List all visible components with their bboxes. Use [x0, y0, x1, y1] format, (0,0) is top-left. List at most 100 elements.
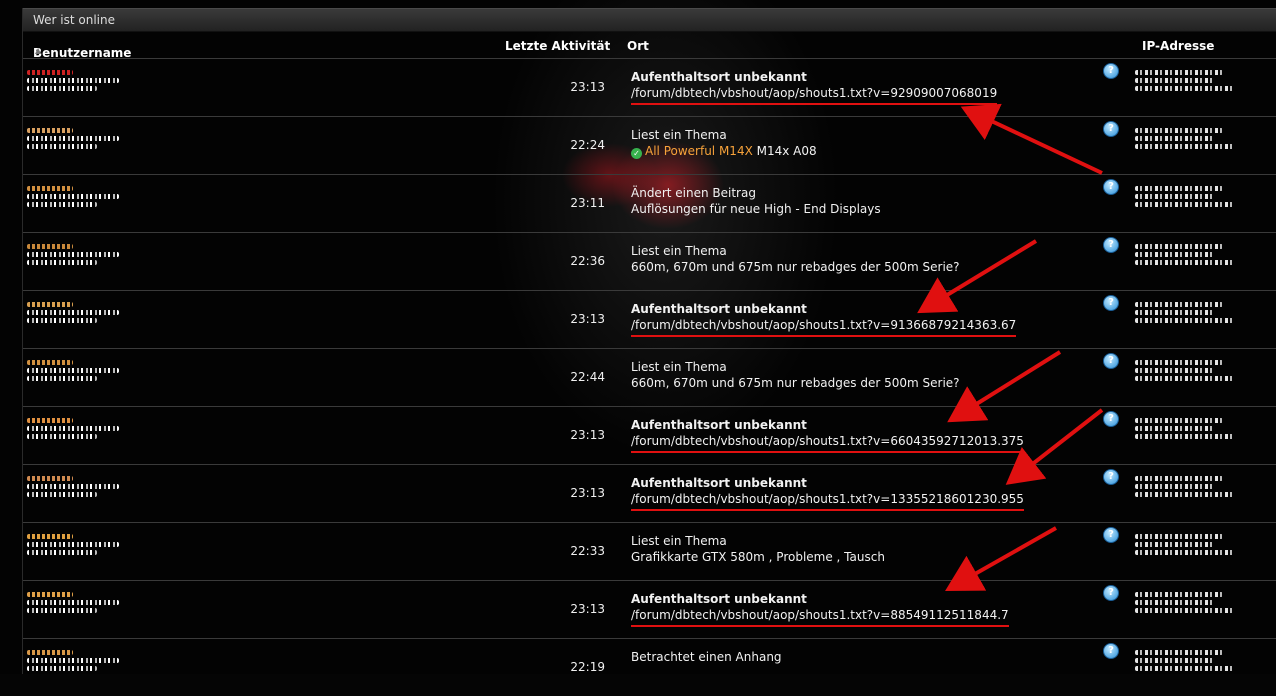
masked-ip-segment: [1135, 302, 1223, 307]
masked-username-segment: [27, 418, 73, 423]
sort-arrow-icon: ▲: [35, 46, 42, 55]
table-row: 22:19 Betrachtet einen Anhang?: [23, 638, 1276, 696]
masked-username-segment: [27, 260, 97, 265]
masked-ip-segment: [1135, 592, 1223, 597]
who-is-online-panel: Wer ist online Benutzername ▲ Letzte Akti…: [22, 8, 1276, 674]
help-icon[interactable]: ?: [1103, 469, 1119, 485]
location-detail[interactable]: 660m, 670m und 675m nur rebadges der 500…: [631, 375, 960, 391]
masked-ip-segment: [1135, 194, 1215, 199]
masked-username-segment: [27, 492, 97, 497]
masked-username-segment: [27, 186, 73, 191]
masked-username-segment: [27, 592, 73, 597]
masked-ip-address: [1135, 473, 1245, 517]
location-cell: Aufenthaltsort unbekannt/forum/dbtech/vb…: [631, 417, 1024, 453]
last-activity-time: 23:13: [570, 80, 605, 94]
location-detail[interactable]: Grafikkarte GTX 580m , Probleme , Tausch: [631, 549, 885, 565]
masked-username-segment: [27, 658, 119, 663]
masked-username-segment: [27, 434, 97, 439]
location-url: /forum/dbtech/vbshout/aop/shouts1.txt?v=…: [631, 491, 1024, 511]
masked-ip-segment: [1135, 202, 1235, 207]
masked-ip-address: [1135, 67, 1245, 111]
column-header-ip-address[interactable]: IP-Adresse: [1142, 39, 1214, 53]
column-header-last-activity[interactable]: Letzte Aktivität: [505, 39, 610, 53]
location-status: Aufenthaltsort unbekannt: [631, 592, 807, 606]
location-detail[interactable]: 660m, 670m und 675m nur rebadges der 500…: [631, 259, 960, 275]
location-detail[interactable]: Auflösungen für neue High - End Displays: [631, 201, 881, 217]
masked-ip-segment: [1135, 484, 1215, 489]
location-cell: Aufenthaltsort unbekannt/forum/dbtech/vb…: [631, 475, 1024, 511]
masked-username-segment: [27, 600, 119, 605]
masked-username-segment: [27, 426, 119, 431]
location-cell: Ändert einen Beitrag Auflösungen für neue…: [631, 185, 881, 217]
username-link[interactable]: [27, 241, 137, 285]
masked-ip-segment: [1135, 658, 1215, 663]
masked-ip-address: [1135, 183, 1245, 227]
help-icon[interactable]: ?: [1103, 411, 1119, 427]
username-link[interactable]: [27, 531, 137, 575]
masked-username-segment: [27, 310, 119, 315]
username-link[interactable]: [27, 125, 137, 169]
masked-username-segment: [27, 650, 73, 655]
table-row: 22:24 Liest ein Thema ✓ All Powerful M14X M…: [23, 116, 1276, 174]
location-url: /forum/dbtech/vbshout/aop/shouts1.txt?v=…: [631, 433, 1024, 453]
last-activity-time: 23:13: [570, 602, 605, 616]
location-status: Liest ein Thema: [631, 534, 727, 548]
help-icon[interactable]: ?: [1103, 643, 1119, 659]
help-icon[interactable]: ?: [1103, 179, 1119, 195]
help-icon[interactable]: ?: [1103, 237, 1119, 253]
help-icon[interactable]: ?: [1103, 585, 1119, 601]
location-status: Liest ein Thema: [631, 128, 727, 142]
username-link[interactable]: [27, 647, 137, 691]
masked-username-segment: [27, 476, 73, 481]
username-link[interactable]: [27, 473, 137, 517]
masked-ip-segment: [1135, 78, 1215, 83]
username-link[interactable]: [27, 589, 137, 633]
masked-username-segment: [27, 302, 73, 307]
username-link[interactable]: [27, 67, 137, 111]
location-status: Aufenthaltsort unbekannt: [631, 70, 807, 84]
location-cell: Liest ein Thema Grafikkarte GTX 580m , Pr…: [631, 533, 885, 565]
masked-ip-segment: [1135, 550, 1235, 555]
masked-ip-segment: [1135, 186, 1223, 191]
masked-ip-segment: [1135, 426, 1215, 431]
table-row: 23:11 Ändert einen Beitrag Auflösungen für…: [23, 174, 1276, 232]
help-icon[interactable]: ?: [1103, 295, 1119, 311]
last-activity-time: 23:13: [570, 312, 605, 326]
username-link[interactable]: [27, 415, 137, 459]
location-cell: Aufenthaltsort unbekannt/forum/dbtech/vb…: [631, 591, 1009, 627]
masked-username-segment: [27, 136, 119, 141]
check-icon: ✓: [631, 148, 642, 159]
help-icon[interactable]: ?: [1103, 353, 1119, 369]
masked-ip-segment: [1135, 376, 1235, 381]
masked-ip-address: [1135, 589, 1245, 633]
masked-username-segment: [27, 550, 97, 555]
column-header-location[interactable]: Ort: [627, 39, 649, 53]
username-link[interactable]: [27, 357, 137, 401]
masked-ip-address: [1135, 415, 1245, 459]
username-link[interactable]: [27, 299, 137, 343]
masked-ip-address: [1135, 125, 1245, 169]
masked-username-segment: [27, 86, 97, 91]
location-status: Aufenthaltsort unbekannt: [631, 418, 807, 432]
masked-ip-address: [1135, 299, 1245, 343]
username-link[interactable]: [27, 183, 137, 227]
masked-ip-segment: [1135, 666, 1235, 671]
help-icon[interactable]: ?: [1103, 527, 1119, 543]
help-icon[interactable]: ?: [1103, 121, 1119, 137]
masked-ip-segment: [1135, 534, 1223, 539]
masked-ip-segment: [1135, 360, 1223, 365]
masked-ip-segment: [1135, 492, 1235, 497]
location-status: Aufenthaltsort unbekannt: [631, 302, 807, 316]
masked-username-segment: [27, 484, 119, 489]
masked-ip-segment: [1135, 600, 1215, 605]
masked-username-segment: [27, 252, 119, 257]
table-row: 23:13 Aufenthaltsort unbekannt/forum/dbte…: [23, 580, 1276, 638]
masked-username-segment: [27, 244, 73, 249]
masked-username-segment: [27, 70, 73, 75]
masked-username-segment: [27, 202, 97, 207]
masked-ip-segment: [1135, 608, 1235, 613]
last-activity-time: 23:13: [570, 486, 605, 500]
table-header: Benutzername ▲ Letzte Aktivität Ort IP-Ad…: [33, 39, 1215, 60]
thread-link[interactable]: All Powerful M14X: [645, 144, 753, 158]
help-icon[interactable]: ?: [1103, 63, 1119, 79]
